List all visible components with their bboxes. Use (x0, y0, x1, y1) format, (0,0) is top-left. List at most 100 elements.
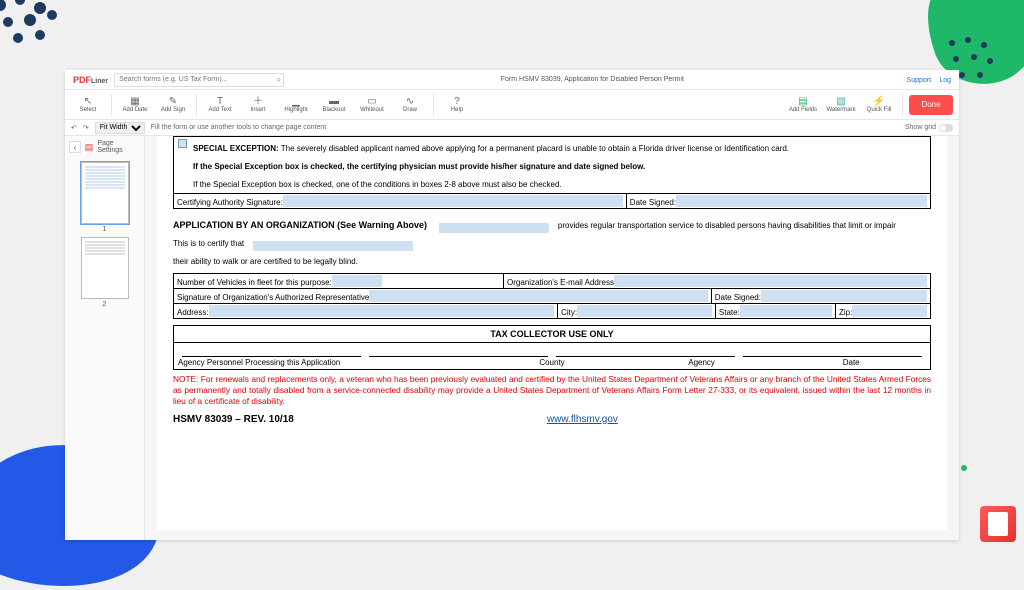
canvas[interactable]: SPECIAL EXCEPTION: The severely disabled… (145, 136, 959, 540)
text-icon: T (217, 97, 223, 107)
separator (902, 94, 903, 116)
org-sig-field[interactable] (369, 290, 707, 302)
document-title: Form HSMV 83039, Application for Disable… (290, 76, 894, 83)
add-sign-tool[interactable]: ✎Add Sign (156, 92, 190, 118)
org-certify-label: This is to certify that (173, 239, 244, 248)
org-date-field[interactable] (761, 290, 927, 302)
zip-field[interactable] (852, 305, 927, 317)
brand-liner: Liner (91, 78, 108, 85)
org-ability-text: their ability to walk or are certified t… (173, 257, 358, 266)
state-field[interactable] (740, 305, 832, 317)
done-button[interactable]: Done (909, 95, 953, 115)
special-exception-label: SPECIAL EXCEPTION: (193, 144, 279, 153)
org-section: APPLICATION BY AN ORGANIZATION (See Warn… (173, 215, 931, 269)
cert-sig-label: Certifying Authority Signature: (177, 198, 283, 207)
address-field[interactable] (209, 305, 554, 317)
separator (433, 94, 434, 116)
show-grid-toggle[interactable]: Show grid (905, 124, 953, 132)
draw-icon: ∿ (406, 97, 414, 107)
blackout-icon: ▬ (329, 97, 339, 107)
add-fields-tool[interactable]: ▤Add Fields (786, 96, 820, 113)
subbar: ↶ ↷ Fit Width Fill the form or use anoth… (65, 120, 959, 136)
page-settings-icon: ▤ (85, 142, 94, 153)
page-number-1: 1 (103, 226, 107, 233)
watermark-tool[interactable]: ▧Watermark (824, 96, 858, 113)
org-certify-field[interactable] (253, 241, 413, 251)
undo-icon[interactable]: ↶ (71, 124, 77, 132)
cert-date-field[interactable] (676, 195, 927, 207)
subbar-hint: Fill the form or use another tools to ch… (151, 124, 327, 131)
special-exception-checkbox[interactable] (178, 139, 187, 148)
cursor-icon: ↖ (84, 97, 92, 107)
help-icon: ? (454, 97, 460, 107)
fields-icon: ▤ (798, 96, 807, 107)
plus-icon: ＋ (253, 97, 263, 107)
tax-line-3[interactable] (556, 346, 735, 357)
decor-blob-top-left (0, 0, 110, 60)
search-icon: ⌕ (277, 75, 281, 85)
draw-tool[interactable]: ∿Draw (393, 92, 427, 118)
toolbar: ↖Select ▦Add Date ✎Add Sign TAdd Text ＋I… (65, 90, 959, 120)
page-thumbnail-1[interactable] (81, 162, 129, 224)
help-tool[interactable]: ?Help (440, 92, 474, 118)
insert-tool[interactable]: ＋Insert (241, 92, 275, 118)
editor-window: PDFLiner ⌕ Form HSMV 83039, Application … (65, 70, 959, 540)
sidebar: ‹ ▤ Page Settings 1 2 (65, 136, 145, 540)
watermark-icon: ▧ (836, 96, 845, 107)
highlight-tool[interactable]: ▁Highlight (279, 92, 313, 118)
topbar: PDFLiner ⌕ Form HSMV 83039, Application … (65, 70, 959, 90)
collapse-sidebar-button[interactable]: ‹ (69, 141, 81, 153)
tax-line-4[interactable] (743, 346, 922, 357)
bolt-icon: ⚡ (873, 96, 885, 107)
org-title-field[interactable] (439, 223, 549, 233)
page-thumbnail-2[interactable] (81, 237, 129, 299)
tax-body: Agency Personnel Processing this Applica… (173, 342, 931, 370)
org-sig-label: Signature of Organization's Authorized R… (177, 293, 369, 302)
flhsmv-link[interactable]: www.flhsmv.gov (547, 414, 618, 425)
special-exception-text: The severely disabled applicant named ab… (281, 144, 789, 153)
whiteout-icon: ▭ (367, 97, 376, 107)
tax-date-label: Date (776, 358, 926, 367)
select-tool[interactable]: ↖Select (71, 92, 105, 118)
brand-logo: PDFLiner (73, 75, 108, 85)
cert-sig-field[interactable] (283, 195, 623, 207)
org-date-label: Date Signed: (715, 293, 761, 302)
tax-header: TAX COLLECTOR USE ONLY (173, 325, 931, 342)
city-field[interactable] (577, 305, 712, 317)
zoom-select[interactable]: Fit Width (95, 122, 145, 134)
org-form-block: Number of Vehicles in fleet for this pur… (173, 273, 931, 319)
brand-pdf: PDF (73, 75, 91, 85)
toggle-icon (939, 124, 953, 132)
form-page: SPECIAL EXCEPTION: The severely disabled… (157, 136, 947, 530)
add-text-tool[interactable]: TAdd Text (203, 92, 237, 118)
support-link[interactable]: Support (907, 77, 932, 84)
page-number-2: 2 (103, 301, 107, 308)
log-link[interactable]: Log (939, 77, 951, 84)
calendar-icon: ▦ (130, 97, 139, 107)
highlight-icon: ▁ (292, 97, 300, 107)
quick-fill-tool[interactable]: ⚡Quick Fill (862, 96, 896, 113)
vehicles-field[interactable] (332, 275, 382, 287)
note-text: NOTE: For renewals and replacements only… (173, 374, 931, 408)
special-exception-note: If the Special Exception box is checked,… (193, 180, 562, 189)
blackout-tool[interactable]: ▬Blackout (317, 92, 351, 118)
org-title: APPLICATION BY AN ORGANIZATION (See Warn… (173, 216, 427, 231)
footer-row: HSMV 83039 – REV. 10/18 www.flhsmv.gov (173, 414, 931, 425)
add-date-tool[interactable]: ▦Add Date (118, 92, 152, 118)
special-exception-bold: If the Special Exception box is checked,… (193, 162, 645, 171)
city-label: City: (561, 308, 577, 317)
vehicles-label: Number of Vehicles in fleet for this pur… (177, 278, 332, 287)
form-revision: HSMV 83039 – REV. 10/18 (173, 414, 294, 425)
tax-line-1[interactable] (182, 346, 361, 357)
zip-label: Zip: (839, 308, 852, 317)
whiteout-tool[interactable]: ▭Whiteout (355, 92, 389, 118)
page-settings-label[interactable]: Page Settings (97, 140, 140, 154)
cert-date-label: Date Signed: (630, 198, 676, 207)
redo-icon[interactable]: ↷ (83, 124, 89, 132)
sign-icon: ✎ (169, 97, 177, 107)
org-provides-text: provides regular transportation service … (558, 221, 896, 230)
org-email-field[interactable] (614, 275, 927, 287)
tax-line-2[interactable] (369, 346, 548, 357)
org-email-label: Organization's E-mail Address (507, 278, 614, 287)
search-input[interactable] (114, 73, 284, 87)
